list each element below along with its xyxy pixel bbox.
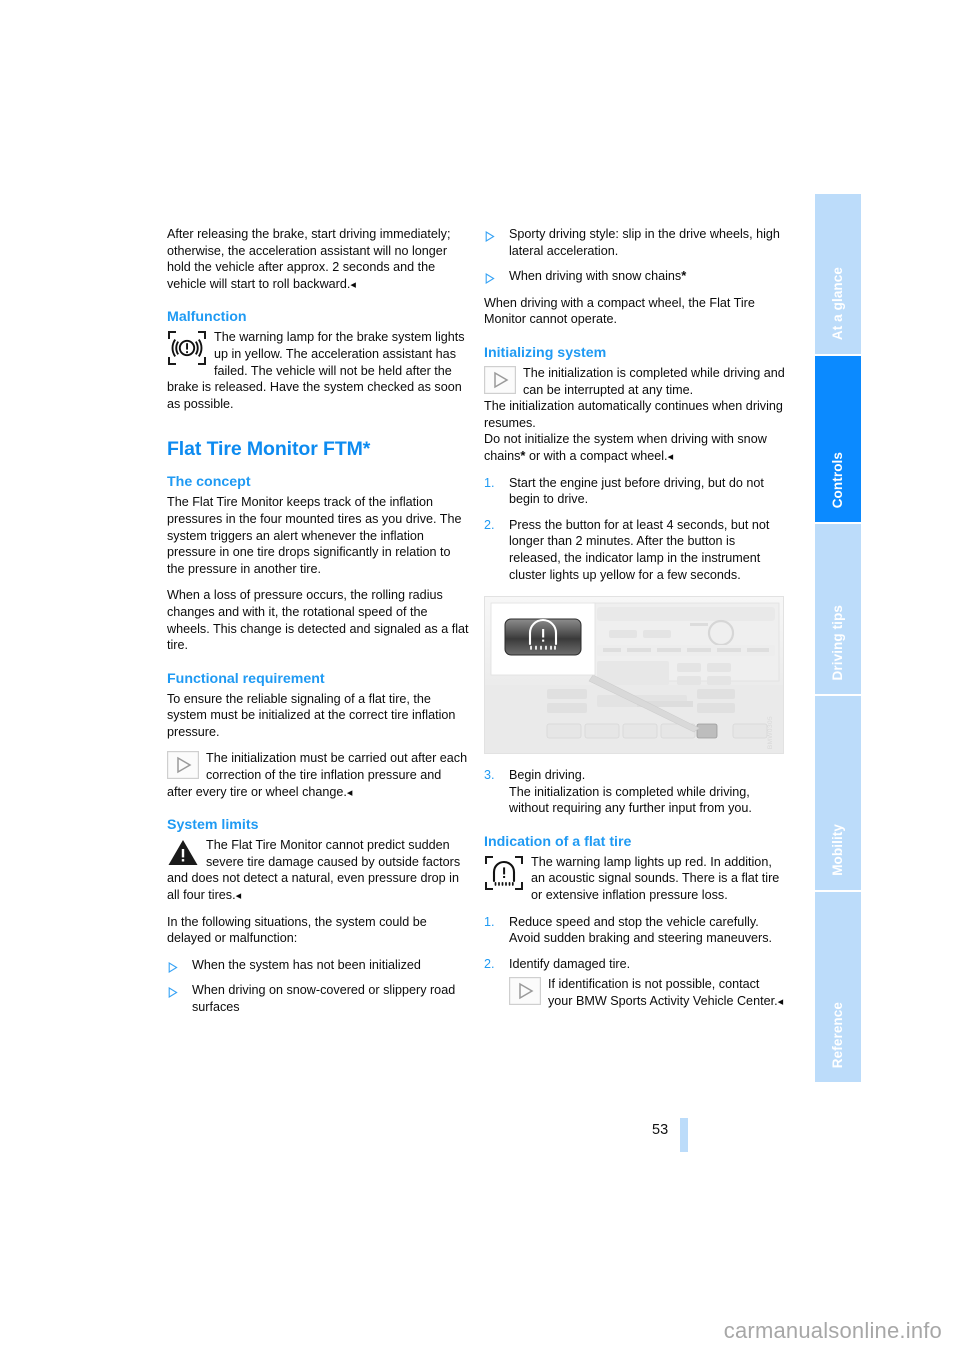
initializing-paragraph-2: Do not initialize the system when drivin… [484,431,786,464]
end-marker-icon: ◂ [777,996,783,1009]
heading-indication-of-a-flat-tire: Indication of a flat tire [484,833,632,850]
indication-sub-note-string: If identification is not possible, conta… [548,977,778,1009]
list-item-label: Identify damaged tire. [509,956,631,971]
tab-reference[interactable]: Reference [815,892,861,1082]
concept-paragraph-2: When a loss of pressure occurs, the roll… [167,588,469,653]
tire-pressure-warning-icon [484,855,524,891]
list-item-label: When driving on snow-covered or slippery… [192,983,456,1014]
list-item: When driving on snow-covered or slippery… [167,982,469,1015]
concept-paragraph-1: The Flat Tire Monitor keeps track of the… [167,495,462,576]
intro-paragraph: After releasing the brake, start driving… [167,226,469,292]
site-watermark: carmanualsonline.info [723,1318,942,1343]
system-limits-warning-block: The Flat Tire Monitor cannot predict sud… [167,837,469,903]
heading-functional-requirement: Functional requirement [167,670,325,687]
tab-driving-tips[interactable]: Driving tips [815,524,861,696]
heading-malfunction: Malfunction [167,309,247,326]
end-marker-icon: ◂ [346,786,352,799]
list-item: 2. Identify damaged tire. [484,956,786,973]
list-item-label: Reduce speed and stop the vehicle carefu… [509,914,773,946]
triangle-bullet-icon [485,230,495,242]
tab-driving-tips-label: Driving tips [830,604,845,680]
left-text-column: After releasing the brake, start driving… [167,226,469,1026]
figure-code-label: BMW0305 [767,715,775,750]
tab-at-a-glance-label: At a glance [830,266,845,340]
list-item: 1. Start the engine just before driving,… [484,475,786,508]
manual-page: At a glance Controls Driving tips Mobili… [0,0,960,1358]
list-item-label: Sporty driving style: slip in the drive … [509,227,780,258]
page-title-text: Flat Tire Monitor FTM [167,438,363,461]
list-item-number: 1. [484,914,495,929]
list-item: 1. Reduce speed and stop the vehicle car… [484,914,786,947]
malfunction-note-text: The warning lamp for the brake system li… [167,330,465,411]
tab-reference-label: Reference [830,1001,845,1068]
functional-requirement-paragraph: To ensure the reliable signaling of a fl… [167,691,456,739]
list-item: 3. Begin driving. The initialization is … [484,767,786,817]
malfunction-note-block: The warning lamp for the brake system li… [167,329,469,412]
system-limits-warning-string: The Flat Tire Monitor cannot predict sud… [167,838,461,903]
initializing-paragraph-1: The initialization automatically continu… [484,399,783,430]
footnote-star: * [681,268,687,284]
triangle-bullet-icon [485,272,495,285]
initializing-paragraph-2-after: or with a compact wheel. [525,448,668,463]
list-item: When driving with snow chains* [484,268,786,285]
triangle-bullet-icon [168,986,178,999]
heading-the-concept: The concept [167,474,251,491]
list-item-number: 2. [484,517,495,532]
indication-note-text: The warning lamp lights up red. In addit… [531,854,780,903]
tab-controls[interactable]: Controls [815,356,861,524]
note-triangle-icon [484,365,516,394]
heading-initializing-system: Initializing system [484,344,607,361]
intro-paragraph-text: After releasing the brake, start driving… [167,227,451,291]
initializing-steps-list: 1. Start the engine just before driving,… [484,475,786,584]
warning-triangle-icon [167,838,199,867]
system-limits-intro: In the following situations, the system … [167,914,427,946]
heading-system-limits: System limits [167,817,259,834]
page-title-flat-tire-monitor: Flat Tire Monitor FTM* [167,438,469,460]
list-item: 2. Press the button for at least 4 secon… [484,517,786,583]
indication-steps-list: 1. Reduce speed and stop the vehicle car… [484,914,786,973]
tab-at-a-glance[interactable]: At a glance [815,194,861,356]
list-item: Sporty driving style: slip in the drive … [484,226,786,259]
list-item-number: 1. [484,475,495,490]
list-item-label: When the system has not been initialized [192,957,421,972]
functional-requirement-note-block: The initialization must be carried out a… [167,750,469,800]
end-marker-icon: ◂ [350,278,355,291]
list-item-sublabel: The initialization is completed while dr… [509,784,752,816]
tab-mobility[interactable]: Mobility [815,696,861,892]
system-limits-bullet-list-continued: Sporty driving style: slip in the drive … [484,226,786,285]
system-limits-warning-text: The Flat Tire Monitor cannot predict sud… [167,837,469,903]
list-item-number: 3. [484,768,495,783]
system-limits-bullet-list: When the system has not been initialized… [167,957,469,1016]
section-tab-rail: At a glance Controls Driving tips Mobili… [815,194,861,1194]
compact-wheel-note: When driving with a compact wheel, the F… [484,295,755,327]
initializing-note-text: The initialization is completed while dr… [523,365,785,397]
list-item-label: Press the button for at least 4 seconds,… [509,517,770,582]
page-title-star: * [362,438,371,461]
tab-controls-label: Controls [830,451,845,508]
list-item-number: 2. [484,956,495,971]
indication-sub-note-block: If identification is not possible, conta… [509,976,786,1009]
end-marker-icon: ◂ [667,450,673,463]
functional-requirement-note-text: The initialization must be carried out a… [167,750,469,800]
list-item-label: When driving with snow chains [509,269,682,284]
initializing-note-block: The initialization is completed while dr… [484,365,786,398]
right-text-column: Sporty driving style: slip in the drive … [484,226,786,1020]
list-item: When the system has not been initialized [167,957,469,974]
page-number: 53 [652,1122,669,1138]
functional-requirement-note-string: The initialization must be carried out a… [167,751,468,799]
end-marker-icon: ◂ [235,890,241,903]
note-triangle-icon [509,977,541,1006]
tab-mobility-label: Mobility [830,824,845,876]
initializing-step-3-list: 3. Begin driving. The initialization is … [484,767,786,817]
indication-sub-note-text: If identification is not possible, conta… [509,976,786,1009]
triangle-bullet-icon [168,961,178,973]
note-triangle-icon [167,751,199,780]
center-console-ftm-button-photo: BMW0305 [484,596,784,755]
list-item-label: Begin driving. [509,768,586,783]
brake-warning-lamp-icon [167,330,207,366]
list-item-label: Start the engine just before driving, bu… [509,475,764,507]
page-number-bar [680,1118,688,1152]
indication-note-block: The warning lamp lights up red. In addit… [484,854,786,904]
